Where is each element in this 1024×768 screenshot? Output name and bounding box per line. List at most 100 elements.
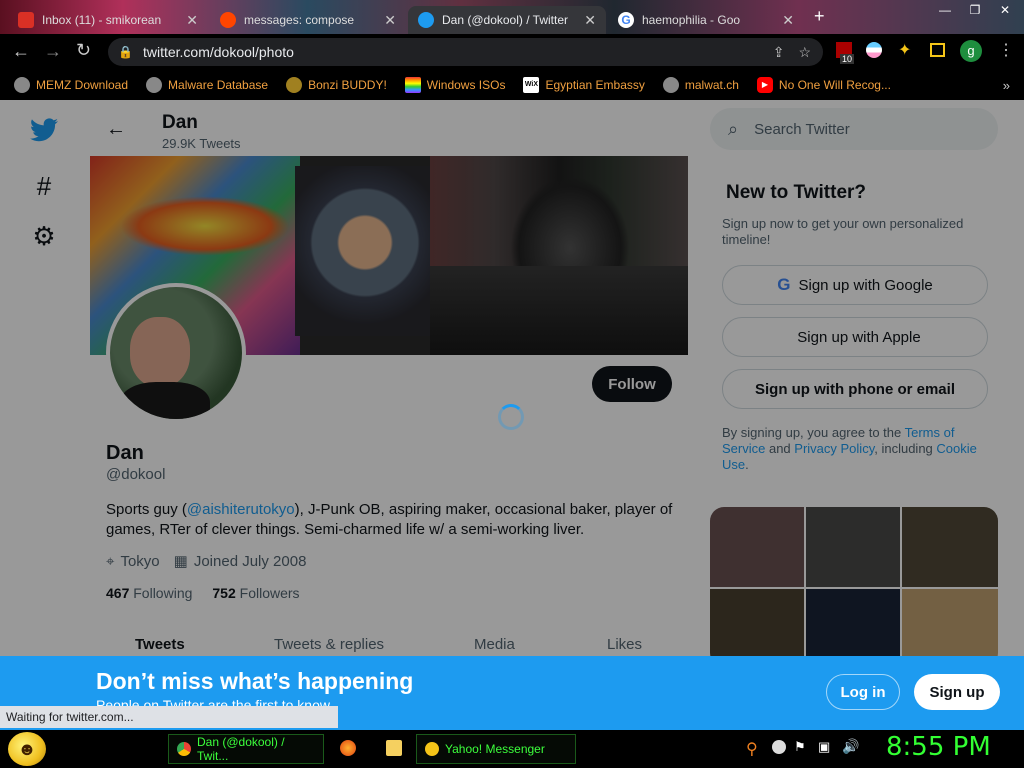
profile-location: Tokyo bbox=[120, 552, 160, 570]
flag-extension-icon[interactable] bbox=[866, 42, 882, 58]
reload-icon[interactable]: ↻ bbox=[76, 40, 91, 61]
terms-text-part: , including bbox=[874, 441, 937, 456]
explore-hashtag-icon[interactable]: # bbox=[30, 171, 58, 201]
bookmarks-overflow-icon[interactable]: » bbox=[1003, 78, 1010, 93]
taskbar-clock[interactable]: 8:55 PM bbox=[886, 732, 991, 762]
messenger-tray-icon[interactable] bbox=[772, 740, 786, 754]
forward-icon[interactable]: → bbox=[44, 41, 62, 62]
close-window-button[interactable]: ✕ bbox=[990, 0, 1020, 20]
twitter-logo-icon[interactable] bbox=[30, 116, 58, 144]
flag-tray-icon[interactable]: ⚑ bbox=[794, 739, 806, 755]
bookmark-label: Bonzi BUDDY! bbox=[308, 78, 387, 92]
taskbar-yahoo-item[interactable]: Yahoo! Messenger bbox=[416, 734, 576, 764]
share-icon[interactable]: ⇪ bbox=[773, 44, 785, 61]
close-icon[interactable]: ✕ bbox=[782, 12, 794, 29]
right-sidebar: ⌕ Search Twitter New to Twitter? Sign up… bbox=[710, 100, 1024, 730]
star-icon[interactable]: ☆ bbox=[798, 44, 811, 61]
follow-button[interactable]: Follow bbox=[592, 366, 672, 402]
chrome-icon bbox=[177, 742, 191, 756]
settings-gear-icon[interactable]: ⚙ bbox=[30, 221, 58, 251]
signup-apple-button[interactable]: Sign up with Apple bbox=[722, 317, 988, 357]
privacy-link[interactable]: Privacy Policy bbox=[794, 441, 874, 456]
volume-tray-icon[interactable]: 🔊 bbox=[842, 738, 859, 755]
tab-tweets[interactable]: Tweets bbox=[135, 636, 185, 653]
following-label: Following bbox=[133, 585, 193, 601]
followers-link[interactable]: 752 Followers bbox=[212, 585, 299, 601]
followers-count: 752 bbox=[212, 585, 236, 601]
tab-gmail[interactable]: Inbox (11) - smikorean ✕ bbox=[8, 6, 208, 34]
search-tray-icon[interactable]: ⚲ bbox=[746, 739, 758, 759]
profile-handle: @dokool bbox=[106, 466, 166, 483]
url-text: twitter.com/dokool/photo bbox=[142, 44, 294, 60]
bio-mention-link[interactable]: @aishiterutokyo bbox=[187, 501, 295, 518]
bookmark-malwatch[interactable]: malwat.ch bbox=[662, 77, 739, 93]
signup-google-label: Sign up with Google bbox=[798, 276, 933, 294]
firefox-icon[interactable] bbox=[340, 740, 356, 756]
back-arrow-icon[interactable]: ← bbox=[106, 118, 126, 141]
lock-icon: 🔒 bbox=[118, 45, 133, 59]
tab-label: haemophilia - Goo bbox=[642, 13, 741, 27]
network-tray-icon[interactable]: ▣ bbox=[818, 739, 830, 755]
search-input[interactable]: Search Twitter bbox=[754, 121, 850, 138]
profile-name: Dan bbox=[106, 442, 144, 464]
twitter-icon bbox=[418, 12, 434, 28]
extension-badge: 10 bbox=[840, 54, 855, 64]
close-icon[interactable]: ✕ bbox=[384, 12, 396, 29]
media-thumb[interactable] bbox=[806, 507, 900, 587]
taskbar-item-label: Yahoo! Messenger bbox=[445, 742, 545, 756]
bonzi-icon bbox=[286, 77, 303, 93]
media-grid bbox=[710, 507, 998, 667]
omnibox[interactable]: 🔒 twitter.com/dokool/photo ⇪ ☆ bbox=[108, 38, 823, 66]
globe-icon bbox=[14, 77, 30, 93]
tab-reddit[interactable]: messages: compose ✕ bbox=[210, 6, 406, 34]
extensions-icon[interactable]: ✦ bbox=[898, 40, 911, 60]
login-button[interactable]: Log in bbox=[826, 674, 900, 710]
yahoo-smiley-icon bbox=[425, 742, 439, 756]
tab-google[interactable]: G haemophilia - Goo ✕ bbox=[608, 6, 804, 34]
bookmark-windows-isos[interactable]: Windows ISOs bbox=[404, 77, 505, 93]
terms-text-part: and bbox=[765, 441, 795, 456]
bookmark-memz[interactable]: MEMZ Download bbox=[14, 77, 128, 93]
bookmark-malware-db[interactable]: Malware Database bbox=[146, 77, 268, 93]
followers-label: Followers bbox=[239, 585, 300, 601]
new-tab-button[interactable]: + bbox=[814, 6, 825, 27]
signup-button[interactable]: Sign up bbox=[914, 674, 1000, 710]
back-icon[interactable]: ← bbox=[12, 41, 30, 62]
profile-avatar-image[interactable] bbox=[106, 283, 246, 423]
minimize-button[interactable]: — bbox=[930, 0, 960, 20]
close-icon[interactable]: ✕ bbox=[584, 12, 596, 29]
following-link[interactable]: 467 Following bbox=[106, 585, 192, 601]
tab-tweets-replies[interactable]: Tweets & replies bbox=[274, 636, 384, 653]
youtube-icon: ▶ bbox=[756, 77, 773, 93]
signup-apple-label: Sign up with Apple bbox=[797, 328, 921, 346]
tab-twitter[interactable]: Dan (@dokool) / Twitter ✕ bbox=[408, 6, 606, 34]
search-box[interactable]: ⌕ Search Twitter bbox=[710, 108, 998, 150]
signup-phone-button[interactable]: Sign up with phone or email bbox=[722, 369, 988, 409]
sidepanel-icon[interactable] bbox=[930, 43, 945, 57]
google-icon: G bbox=[618, 12, 634, 28]
bookmark-egyptian-embassy[interactable]: WiX Egyptian Embassy bbox=[523, 77, 645, 93]
taskbar-chrome-item[interactable]: Dan (@dokool) / Twit... bbox=[168, 734, 324, 764]
signup-google-button[interactable]: G Sign up with Google bbox=[722, 265, 988, 305]
media-thumb[interactable] bbox=[710, 507, 804, 587]
start-smiley-icon[interactable]: ☻ bbox=[8, 732, 46, 766]
gmail-icon bbox=[18, 12, 34, 28]
follow-stats: 467 Following 752 Followers bbox=[106, 585, 300, 601]
terms-text-part: . bbox=[745, 457, 749, 472]
maximize-button[interactable]: ❐ bbox=[960, 0, 990, 20]
profile-avatar[interactable]: g bbox=[960, 40, 982, 62]
bookmark-bonzi[interactable]: Bonzi BUDDY! bbox=[286, 77, 387, 93]
bio-text: Sports guy ( bbox=[106, 501, 187, 518]
media-thumb[interactable] bbox=[902, 507, 998, 587]
header-name: Dan bbox=[162, 112, 198, 133]
status-bubble: Waiting for twitter.com... bbox=[0, 706, 338, 728]
bookmark-youtube[interactable]: ▶ No One Will Recog... bbox=[756, 77, 891, 93]
tab-media[interactable]: Media bbox=[474, 636, 515, 653]
tab-likes[interactable]: Likes bbox=[607, 636, 642, 653]
profile-bio: Sports guy (@aishiterutokyo), J-Punk OB,… bbox=[106, 500, 676, 540]
folder-icon[interactable] bbox=[386, 740, 402, 756]
calendar-icon: ▦ bbox=[173, 553, 188, 570]
bookmark-label: Malware Database bbox=[168, 78, 269, 92]
menu-icon[interactable]: ⋮ bbox=[998, 40, 1014, 60]
close-icon[interactable]: ✕ bbox=[186, 12, 198, 29]
